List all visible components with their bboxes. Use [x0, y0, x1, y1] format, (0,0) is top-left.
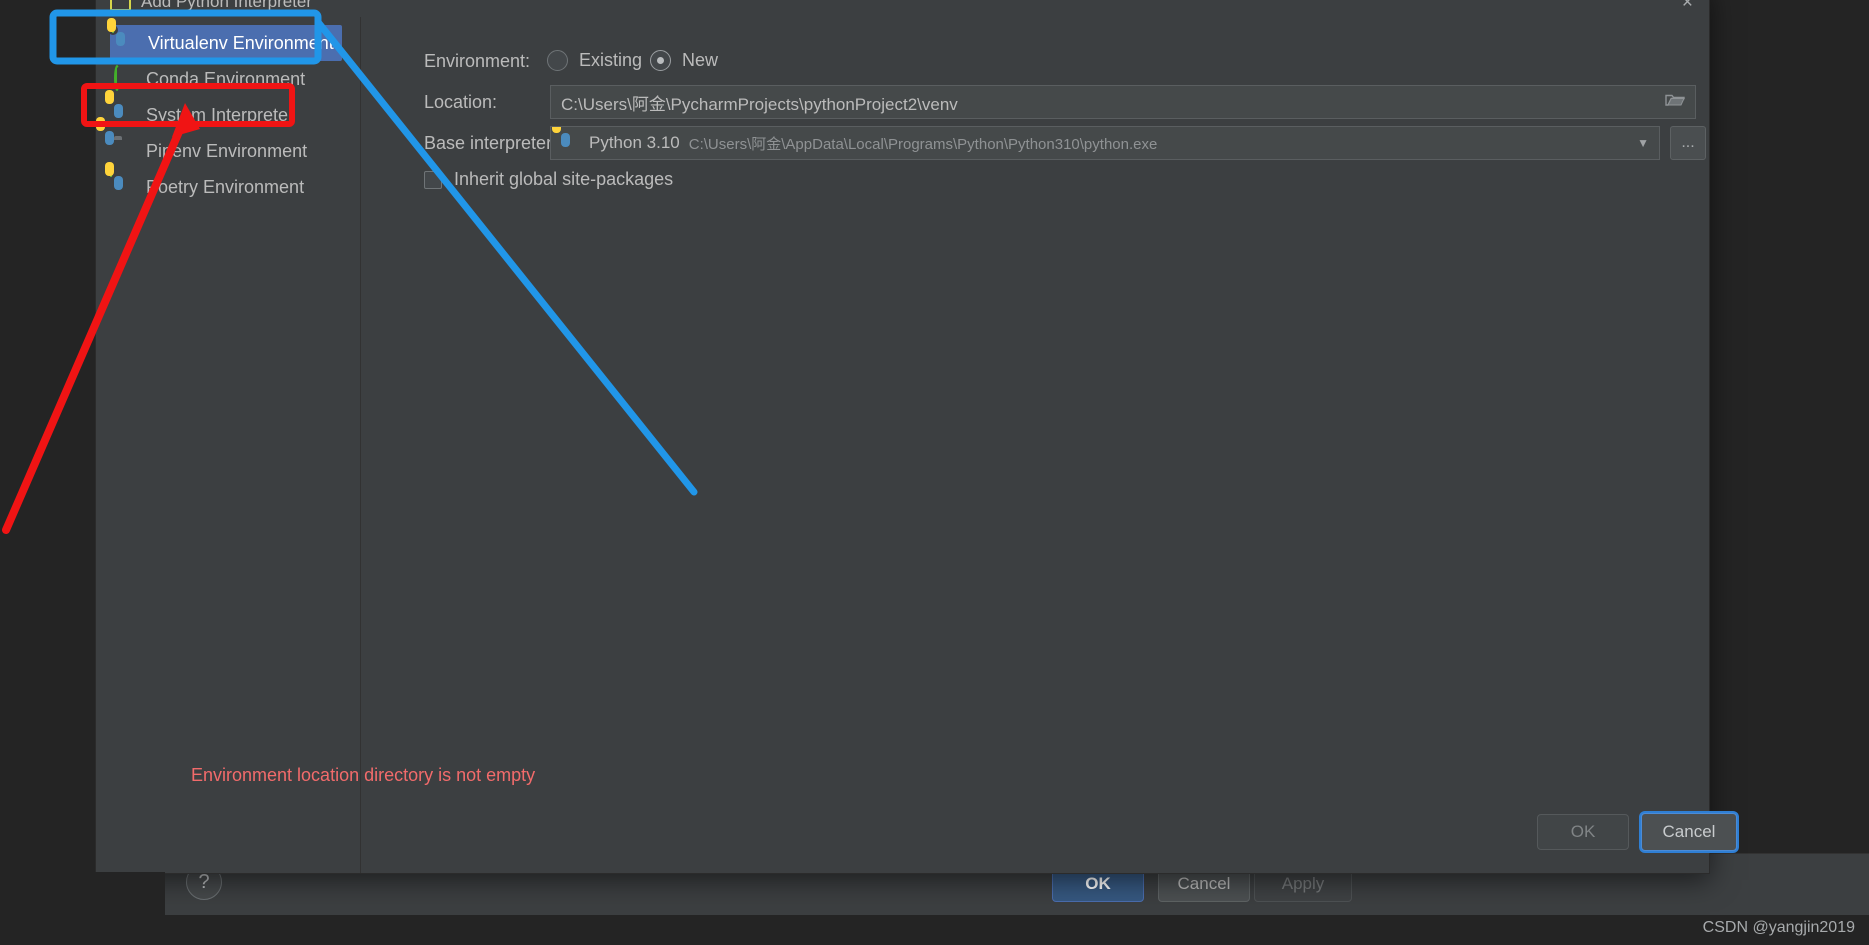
dialog-title: Add Python Interpreter: [141, 0, 313, 11]
radio-existing-label: Existing: [579, 50, 643, 70]
sidebar-item-label: Virtualenv Environment: [148, 32, 334, 53]
radio-new-circle[interactable]: [650, 50, 671, 71]
desktop-backdrop-left: [0, 0, 95, 945]
base-interpreter-combobox[interactable]: Python 3.10 C:\Users\阿金\AppData\Local\Pr…: [550, 126, 1660, 160]
radio-new[interactable]: New: [650, 50, 718, 71]
inherit-site-packages-checkbox[interactable]: [424, 170, 442, 189]
sidebar-item-conda-environment[interactable]: Conda Environment: [96, 61, 360, 97]
sidebar-item-pipenv-environment[interactable]: Pipenv Environment: [96, 133, 360, 169]
sidebar-item-label: Poetry Environment: [146, 176, 305, 197]
dialog-titlebar: Add Python Interpreter ×: [96, 0, 1709, 17]
python-icon: [114, 104, 136, 126]
base-interpreter-path: C:\Users\阿金\AppData\Local\Programs\Pytho…: [688, 135, 1158, 153]
question-mark-icon: ?: [198, 871, 210, 893]
sidebar-item-label: Pipenv Environment: [146, 140, 308, 161]
base-interpreter-name: Python 3.10: [589, 133, 680, 152]
radio-existing-circle[interactable]: [547, 50, 568, 71]
location-value: C:\Users\阿金\PycharmProjects\pythonProjec…: [561, 94, 958, 114]
interpreter-type-list: v Virtualenv Environment Conda Environme…: [96, 17, 361, 873]
radio-new-label: New: [682, 50, 719, 70]
desktop-backdrop-strip: [0, 915, 1869, 945]
inherit-site-packages-label: Inherit global site-packages: [454, 169, 674, 189]
sidebar-item-label: System Interpreter: [146, 104, 295, 125]
dialog-cancel-button[interactable]: Cancel: [1641, 813, 1737, 851]
sidebar-item-label: Conda Environment: [146, 68, 306, 89]
python-venv-icon: v: [108, 25, 138, 54]
python-file-icon: [110, 0, 131, 11]
folder-icon[interactable]: [1665, 92, 1685, 113]
interpreter-settings-panel: Environment: Existing New Location: C:\U…: [362, 17, 1709, 873]
more-button-label: ...: [1681, 134, 1695, 151]
radio-existing[interactable]: Existing: [547, 50, 642, 71]
pipenv-folder-icon: [114, 140, 136, 162]
close-icon[interactable]: ×: [1682, 0, 1693, 14]
base-interpreter-row: Base interpreter:: [424, 133, 557, 154]
inherit-site-packages-row[interactable]: Inherit global site-packages: [424, 169, 673, 190]
environment-row: Environment:: [424, 51, 530, 72]
sidebar-item-poetry-environment[interactable]: v Poetry Environment: [96, 169, 360, 205]
location-label: Location:: [424, 92, 498, 112]
location-input[interactable]: C:\Users\阿金\PycharmProjects\pythonProjec…: [550, 85, 1696, 119]
poetry-python-icon: v: [106, 169, 136, 198]
add-python-interpreter-dialog: Add Python Interpreter × v Virtualenv En…: [95, 0, 1737, 874]
base-interpreter-browse-button[interactable]: ...: [1670, 126, 1706, 160]
csdn-watermark: CSDN @yangjin2019: [1702, 919, 1855, 936]
sidebar-item-system-interpreter[interactable]: System Interpreter: [96, 97, 360, 133]
error-message: Environment location directory is not em…: [191, 765, 536, 785]
conda-ring-icon: [114, 65, 136, 91]
sidebar-item-virtualenv-environment[interactable]: v Virtualenv Environment: [108, 25, 342, 61]
location-row: Location:: [424, 92, 497, 113]
dialog-ok-button: OK: [1537, 814, 1629, 850]
environment-label: Environment:: [424, 51, 531, 71]
python-icon: [561, 133, 581, 153]
base-interpreter-label: Base interpreter:: [424, 133, 558, 153]
chevron-down-icon[interactable]: ▼: [1637, 136, 1649, 150]
